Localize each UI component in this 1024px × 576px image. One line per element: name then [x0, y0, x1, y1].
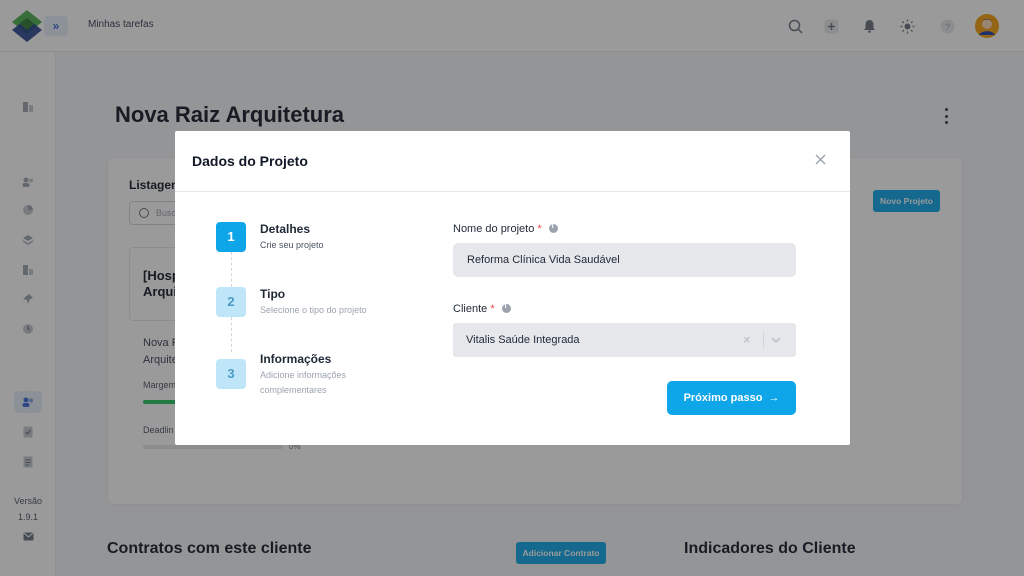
modal-title: Dados do Projeto	[192, 153, 308, 169]
step-3-description-line1: Adicione informações	[260, 370, 347, 380]
step-1-badge[interactable]: 1	[216, 222, 246, 252]
step-2-description: Selecione o tipo do projeto	[260, 305, 367, 315]
info-icon[interactable]	[501, 303, 511, 313]
step-3-title: Informações	[260, 352, 332, 366]
arrow-right-icon: →	[768, 392, 780, 404]
step-3-description-line2: complementares	[260, 385, 327, 395]
step-2-title: Tipo	[260, 287, 286, 301]
clear-selection-icon[interactable]: ×	[743, 332, 751, 347]
project-name-input[interactable]	[453, 243, 796, 277]
project-name-label: Nome do projeto *	[453, 223, 558, 235]
next-step-label: Próximo passo	[683, 392, 763, 404]
client-label: Cliente *	[453, 303, 511, 315]
step-connector	[231, 252, 232, 287]
step-2-badge[interactable]: 2	[216, 287, 246, 317]
client-select-value: Vitalis Saúde Integrada	[466, 334, 580, 346]
project-name-label-text: Nome do projeto	[453, 223, 535, 235]
step-1-title: Detalhes	[260, 222, 311, 236]
chevron-down-icon[interactable]	[771, 335, 781, 345]
info-icon[interactable]	[548, 223, 558, 233]
close-icon	[815, 154, 825, 165]
client-label-text: Cliente	[453, 303, 488, 315]
select-separator	[763, 331, 764, 349]
step-connector	[231, 317, 232, 352]
modal-divider	[175, 191, 850, 192]
required-mark: *	[490, 303, 495, 315]
required-mark: *	[537, 223, 542, 235]
close-modal-button[interactable]	[812, 153, 828, 169]
step-3-badge[interactable]: 3	[216, 359, 246, 389]
step-1-description: Crie seu projeto	[260, 240, 324, 250]
client-select[interactable]: Vitalis Saúde Integrada ×	[453, 323, 796, 357]
project-data-modal: Dados do Projeto 1 Detalhes Crie seu pro…	[175, 131, 850, 445]
next-step-button[interactable]: Próximo passo →	[667, 381, 796, 415]
